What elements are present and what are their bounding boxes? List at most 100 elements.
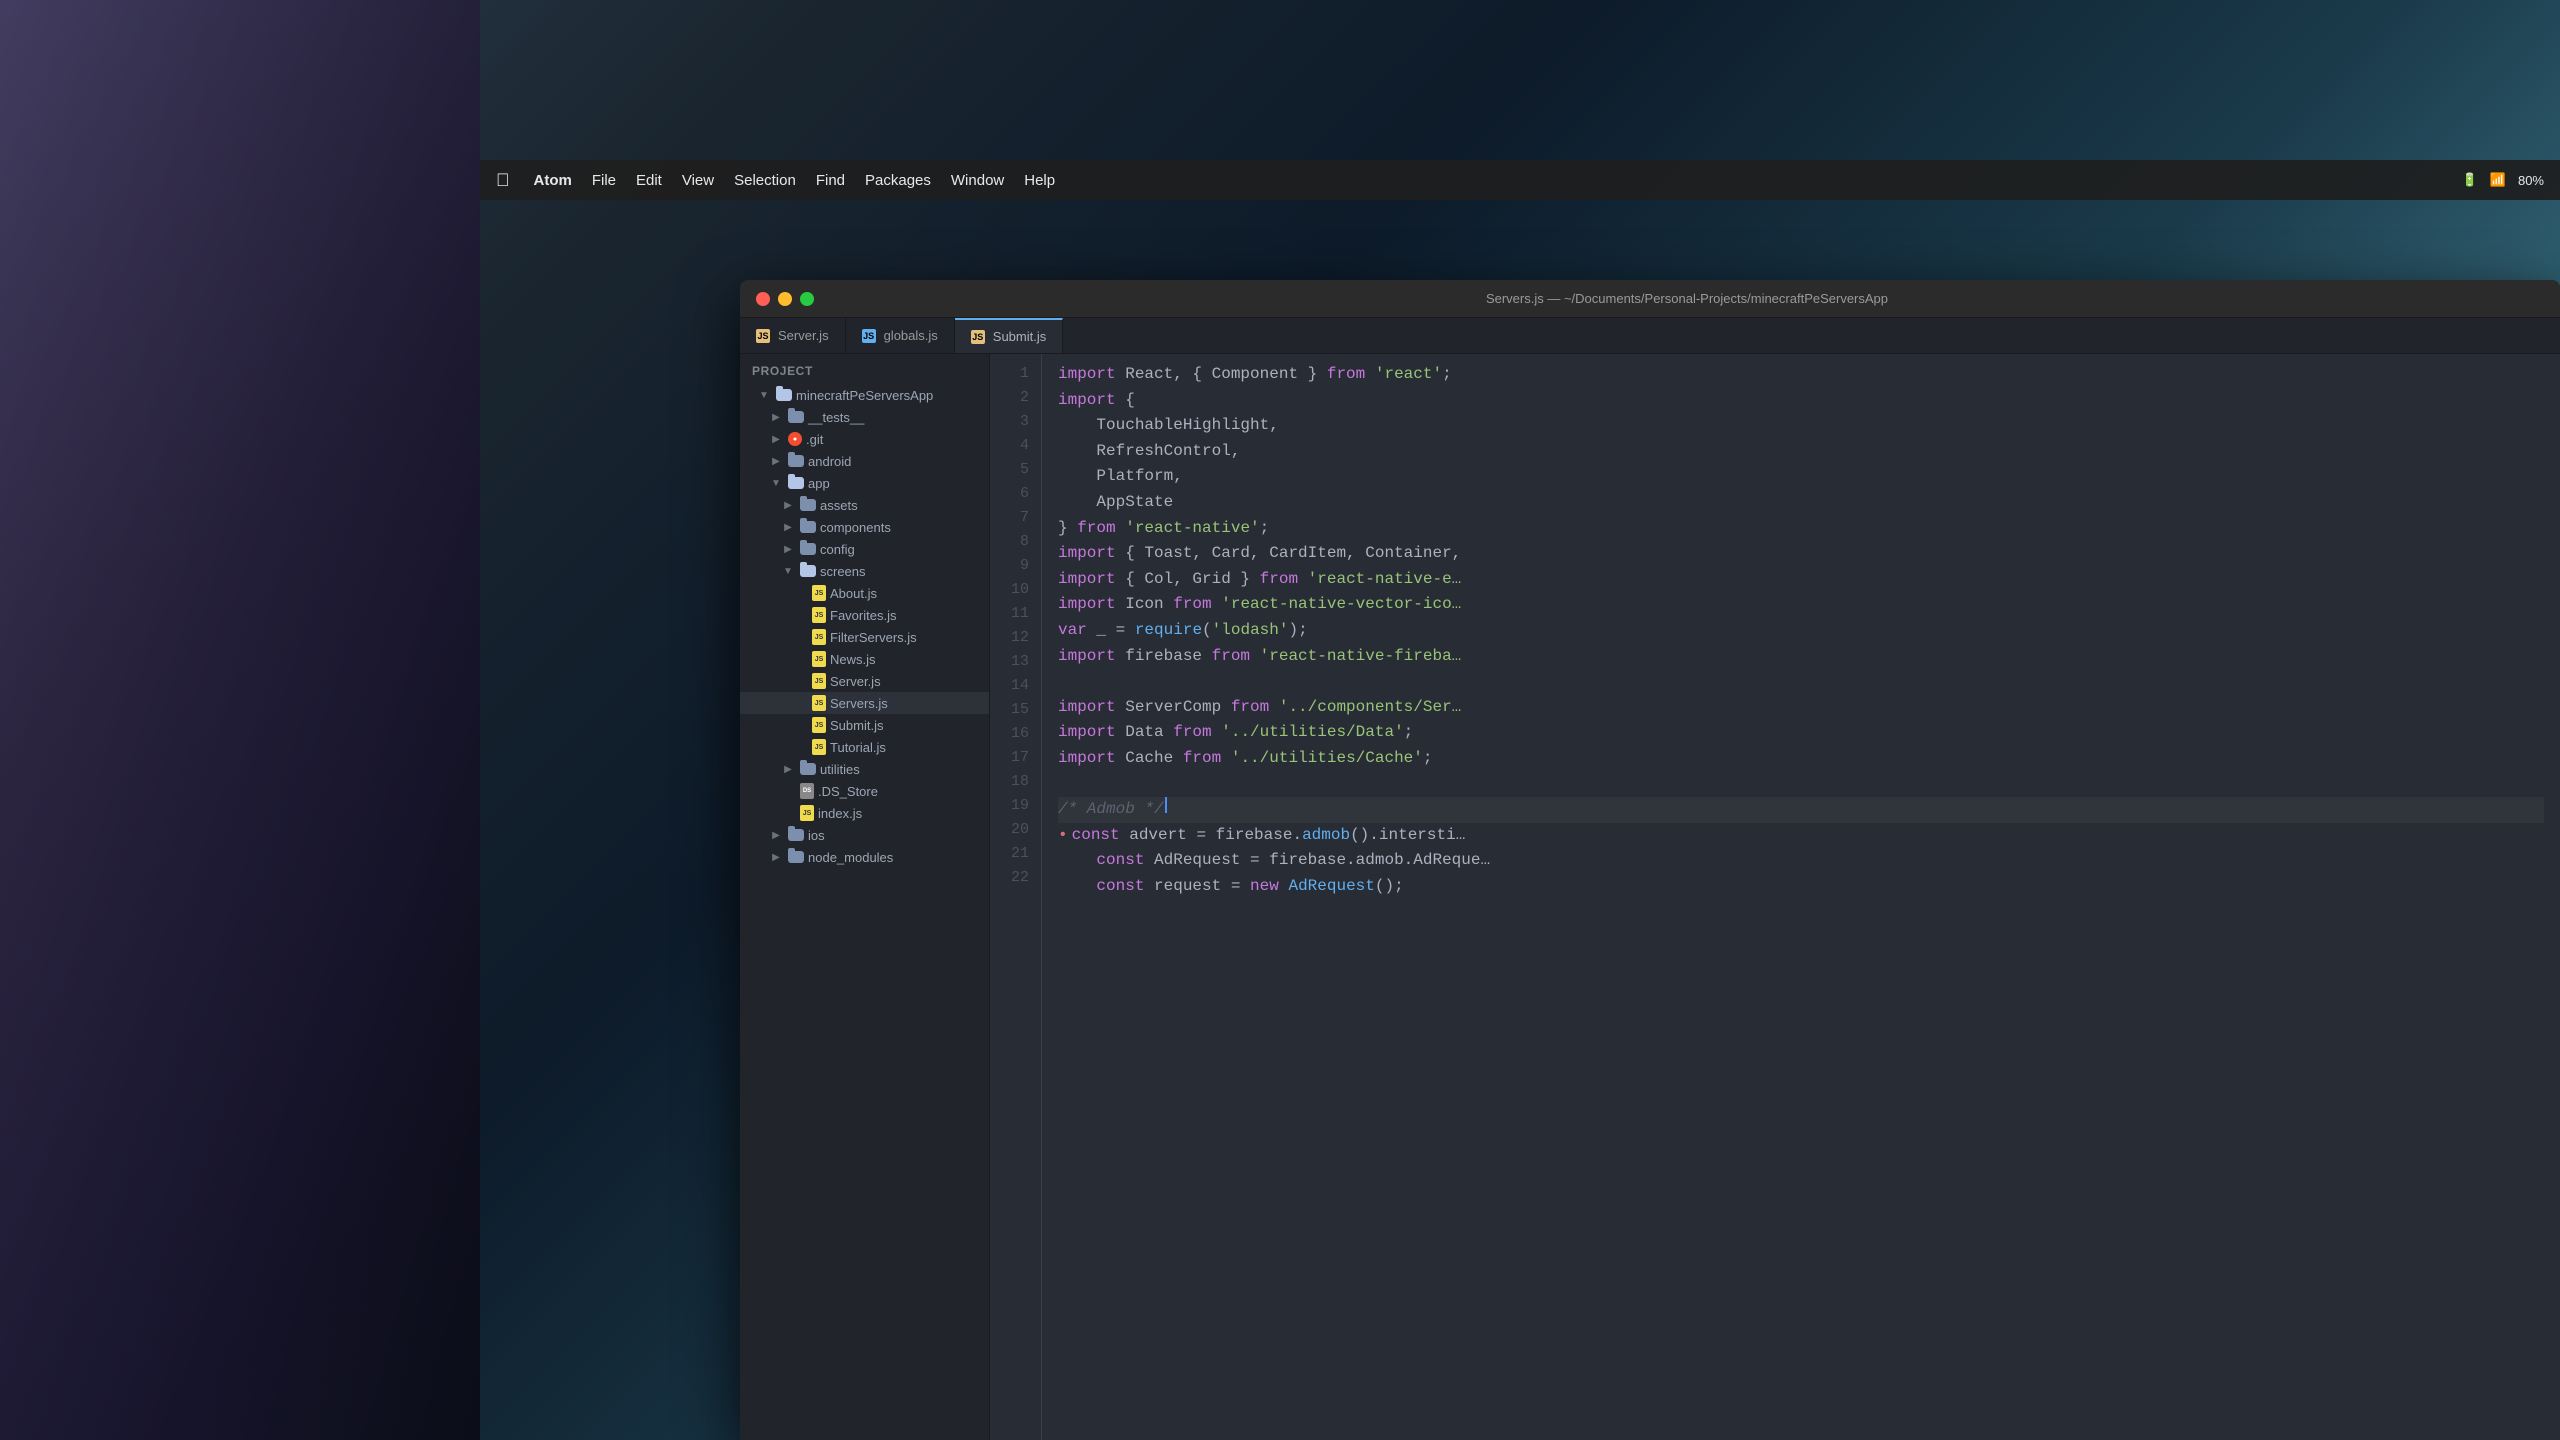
title-bar: Servers.js — ~/Documents/Personal-Projec… — [740, 280, 2560, 318]
folder-icon-utilities — [800, 763, 816, 775]
file-icon-submit: JS — [812, 717, 826, 733]
arrow-app — [768, 475, 784, 491]
arrow-favorites — [792, 607, 808, 623]
tree-item-filterservers[interactable]: JS FilterServers.js — [740, 626, 989, 648]
menubar-help[interactable]: Help — [1024, 172, 1055, 189]
tree-item-news[interactable]: JS News.js — [740, 648, 989, 670]
arrow-nodemodules — [768, 849, 784, 865]
tree-item-screens[interactable]: screens — [740, 560, 989, 582]
file-icon-server: JS — [812, 673, 826, 689]
tree-item-config[interactable]: config — [740, 538, 989, 560]
tab-globals-js[interactable]: JS globals.js — [846, 318, 955, 353]
line-num-6: 6 — [990, 482, 1041, 506]
arrow-server — [792, 673, 808, 689]
file-icon-servers: JS — [812, 695, 826, 711]
arrow-config — [780, 541, 796, 557]
menubar-edit[interactable]: Edit — [636, 172, 662, 189]
folder-icon-root — [776, 389, 792, 401]
close-button[interactable] — [756, 292, 770, 306]
tree-item-assets[interactable]: assets — [740, 494, 989, 516]
arrow-about — [792, 585, 808, 601]
code-line-15: import Data from '../utilities/Data' ; — [1058, 720, 2544, 746]
kw-import-1: import — [1058, 362, 1116, 388]
folder-icon-nodemodules — [788, 851, 804, 863]
tree-item-app[interactable]: app — [740, 472, 989, 494]
folder-icon-tests — [788, 411, 804, 423]
tree-item-root[interactable]: minecraftPeServersApp — [740, 384, 989, 406]
line-num-2: 2 — [990, 386, 1041, 410]
arrow-dsstore — [780, 783, 796, 799]
tree-label-git: .git — [806, 432, 823, 447]
tree-item-git[interactable]: ● .git — [740, 428, 989, 450]
code-line-5: Platform, — [1058, 464, 2544, 490]
code-line-9: import { Col, Grid } from 'react-native-… — [1058, 567, 2544, 593]
tree-label-servers: Servers.js — [830, 696, 888, 711]
menubar-selection[interactable]: Selection — [734, 172, 796, 189]
line-num-11: 11 — [990, 602, 1041, 626]
git-icon: ● — [788, 432, 802, 446]
file-icon-news: JS — [812, 651, 826, 667]
tab-icon-submit-js: JS — [971, 330, 985, 344]
tree-item-tests[interactable]: __tests__ — [740, 406, 989, 428]
tree-item-server[interactable]: JS Server.js — [740, 670, 989, 692]
code-line-20: const AdRequest = firebase.admob.AdReque… — [1058, 848, 2544, 874]
tree-item-nodemodules[interactable]: node_modules — [740, 846, 989, 868]
file-icon-tutorial: JS — [812, 739, 826, 755]
tree-item-android[interactable]: android — [740, 450, 989, 472]
tree-item-servers[interactable]: JS Servers.js — [740, 692, 989, 714]
menubar-file[interactable]: File — [592, 172, 616, 189]
arrow-android — [768, 453, 784, 469]
tab-icon-server-js: JS — [756, 329, 770, 343]
arrow-root — [756, 387, 772, 403]
tree-item-tutorial[interactable]: JS Tutorial.js — [740, 736, 989, 758]
folder-icon-ios — [788, 829, 804, 841]
tree-label-nodemodules: node_modules — [808, 850, 893, 865]
arrow-index — [780, 805, 796, 821]
code-line-22 — [1058, 899, 2544, 925]
tree-label-tutorial: Tutorial.js — [830, 740, 886, 755]
tree-label-screens: screens — [820, 564, 866, 579]
arrow-ios — [768, 827, 784, 843]
code-editor[interactable]: 1 2 3 4 5 6 7 8 9 10 11 12 13 14 15 16 1 — [990, 354, 2560, 1440]
arrow-servers — [792, 695, 808, 711]
menubar-packages[interactable]: Packages — [865, 172, 931, 189]
code-line-7: } from 'react-native' ; — [1058, 516, 2544, 542]
menubar-view[interactable]: View — [682, 172, 714, 189]
code-line-19: • const advert = firebase. admob ().inte… — [1058, 823, 2544, 849]
tree-item-submit[interactable]: JS Submit.js — [740, 714, 989, 736]
tree-item-dsstore[interactable]: DS .DS_Store — [740, 780, 989, 802]
line-num-8: 8 — [990, 530, 1041, 554]
folder-icon-config — [800, 543, 816, 555]
tree-item-utilities[interactable]: utilities — [740, 758, 989, 780]
tree-item-ios[interactable]: ios — [740, 824, 989, 846]
line-num-18: 18 — [990, 770, 1041, 794]
line-num-1: 1 — [990, 362, 1041, 386]
line-num-19: 19 — [990, 794, 1041, 818]
menubar-status: 🔋 📶 80% — [2462, 172, 2544, 188]
line-num-4: 4 — [990, 434, 1041, 458]
minimize-button[interactable] — [778, 292, 792, 306]
menubar-window[interactable]: Window — [951, 172, 1004, 189]
menubar-find[interactable]: Find — [816, 172, 845, 189]
file-tree-header: Project — [740, 358, 989, 384]
window-title: Servers.js — ~/Documents/Personal-Projec… — [1486, 291, 1888, 306]
tree-label-root: minecraftPeServersApp — [796, 388, 933, 403]
code-line-17 — [1058, 772, 2544, 798]
menubar-atom[interactable]: Atom — [534, 172, 572, 189]
line-num-13: 13 — [990, 650, 1041, 674]
folder-icon-screens — [800, 565, 816, 577]
kw-from-1: from — [1327, 362, 1365, 388]
tree-item-index[interactable]: JS index.js — [740, 802, 989, 824]
file-icon-filterservers: JS — [812, 629, 826, 645]
tab-server-js[interactable]: JS Server.js — [740, 318, 846, 353]
tree-label-dsstore: .DS_Store — [818, 784, 878, 799]
tree-label-server: Server.js — [830, 674, 881, 689]
maximize-button[interactable] — [800, 292, 814, 306]
tree-item-components[interactable]: components — [740, 516, 989, 538]
apple-logo[interactable]:  — [496, 170, 510, 191]
tab-submit-js[interactable]: JS Submit.js — [955, 318, 1063, 353]
line-num-16: 16 — [990, 722, 1041, 746]
tree-item-favorites[interactable]: JS Favorites.js — [740, 604, 989, 626]
code-line-13 — [1058, 669, 2544, 695]
tree-item-about[interactable]: JS About.js — [740, 582, 989, 604]
